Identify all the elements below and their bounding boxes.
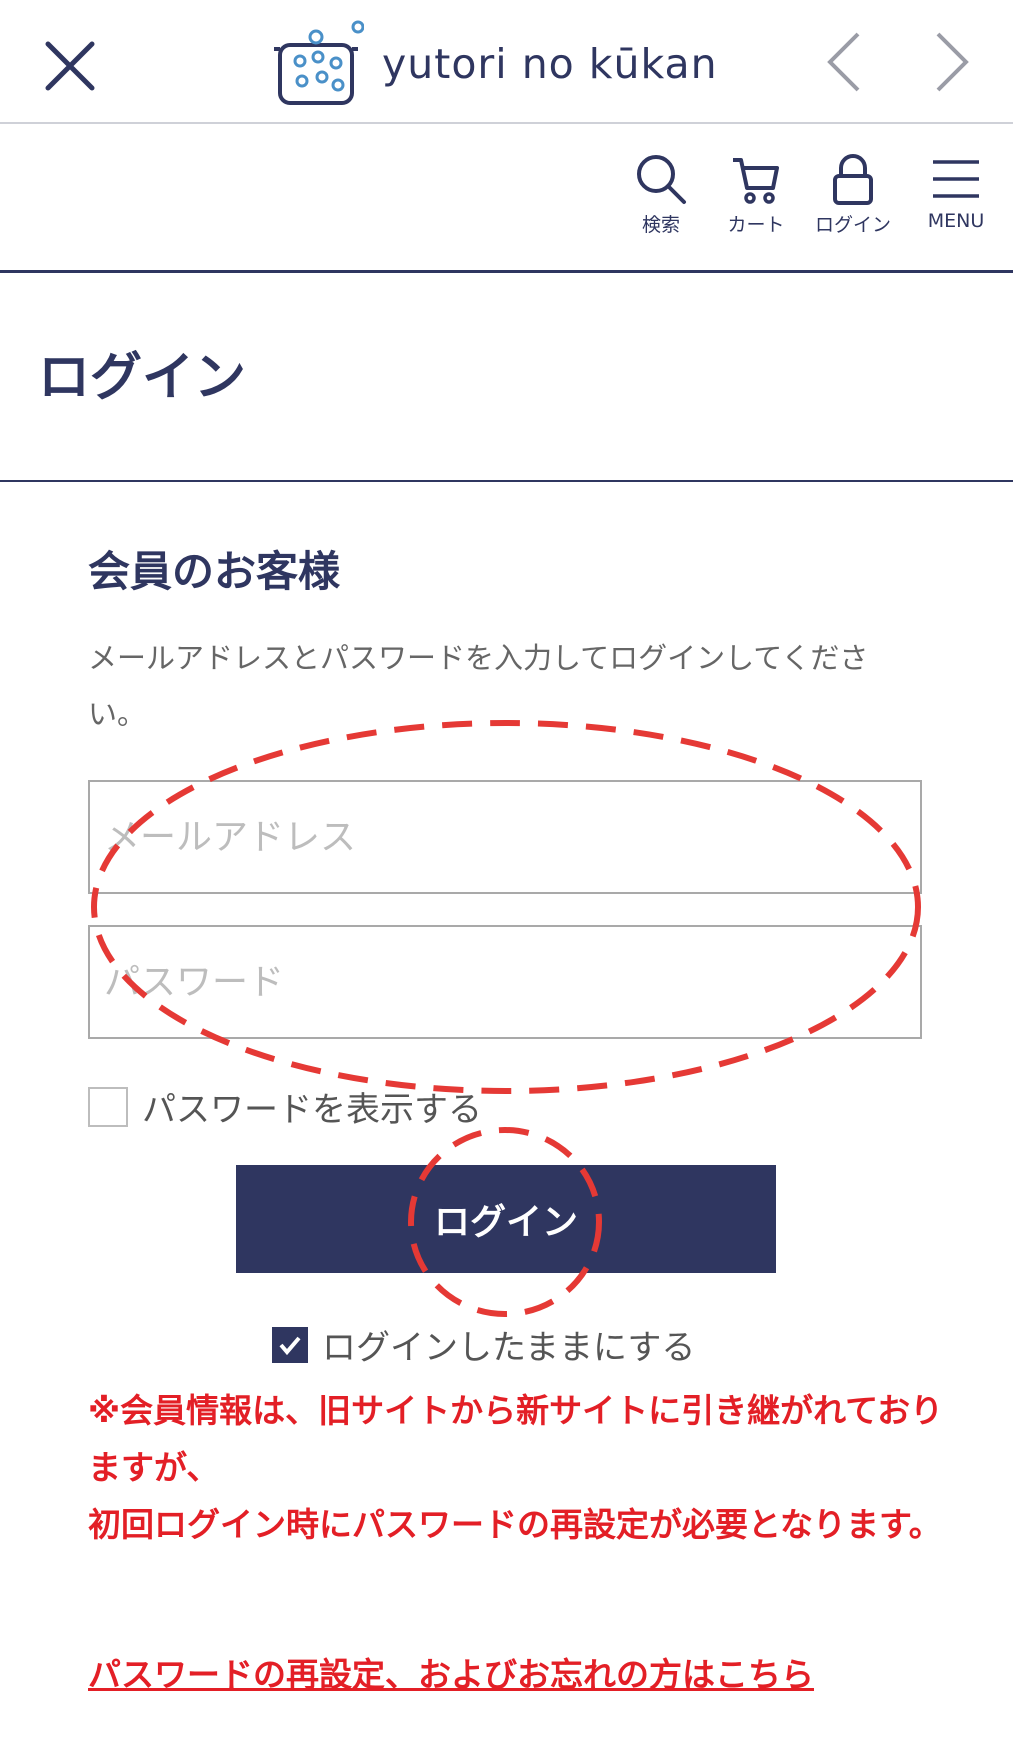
search-icon [637, 155, 686, 204]
checkmark-icon [279, 1336, 301, 1355]
show-password-checkbox[interactable] [88, 1086, 128, 1127]
header-menu-label: MENU [927, 210, 985, 232]
login-button[interactable]: ログイン [236, 1165, 776, 1273]
notice-line-1: ※会員情報は、旧サイトから新サイトに引き継がれておりますが、 [88, 1391, 944, 1487]
header-cart[interactable]: カート [716, 152, 796, 237]
password-field[interactable] [88, 925, 922, 1039]
header-search[interactable]: 検索 [630, 152, 692, 237]
show-password-toggle[interactable]: パスワードを表示する [88, 1082, 482, 1131]
stay-logged-in-toggle[interactable]: ログインしたままにする [272, 1320, 695, 1369]
stay-logged-in-checkbox[interactable] [272, 1326, 308, 1363]
login-instruction: メールアドレスとパスワードを入力してログインしてください。 [88, 641, 869, 731]
site-header: 検索 カート ログイン MENU [0, 124, 1013, 273]
back-arrow-icon[interactable] [818, 30, 874, 94]
header-cart-label: カート [727, 214, 785, 236]
cart-icon [733, 158, 779, 204]
browser-top-bar: yutori no kūkan [0, 0, 1013, 124]
header-login[interactable]: ログイン [806, 152, 900, 237]
password-reset-link[interactable]: パスワードの再設定、およびお忘れの方はこちら [88, 1648, 814, 1696]
lock-icon [833, 154, 873, 205]
title-divider [0, 480, 1013, 482]
menu-icon [933, 160, 979, 198]
page-title: ログイン [38, 348, 247, 408]
section-title: 会員のお客様 [88, 547, 341, 596]
header-search-label: 検索 [641, 214, 680, 236]
notice-line-2: 初回ログイン時にパスワードの再設定が必要となります。 [88, 1505, 942, 1544]
site-logo[interactable]: yutori no kūkan [272, 18, 718, 110]
close-icon[interactable] [40, 36, 100, 96]
pot-logo-icon [274, 20, 364, 105]
forward-arrow-icon[interactable] [924, 30, 980, 94]
show-password-label: パスワードを表示する [142, 1090, 482, 1130]
header-login-label: ログイン [814, 214, 891, 236]
logo-text: yutori no kūkan [382, 40, 718, 88]
header-menu[interactable]: MENU [918, 152, 994, 232]
stay-logged-in-label: ログインしたままにする [322, 1328, 696, 1368]
migration-notice: ※会員情報は、旧サイトから新サイトに引き継がれておりますが、 初回ログイン時にパ… [88, 1382, 948, 1553]
email-field[interactable] [88, 780, 922, 894]
